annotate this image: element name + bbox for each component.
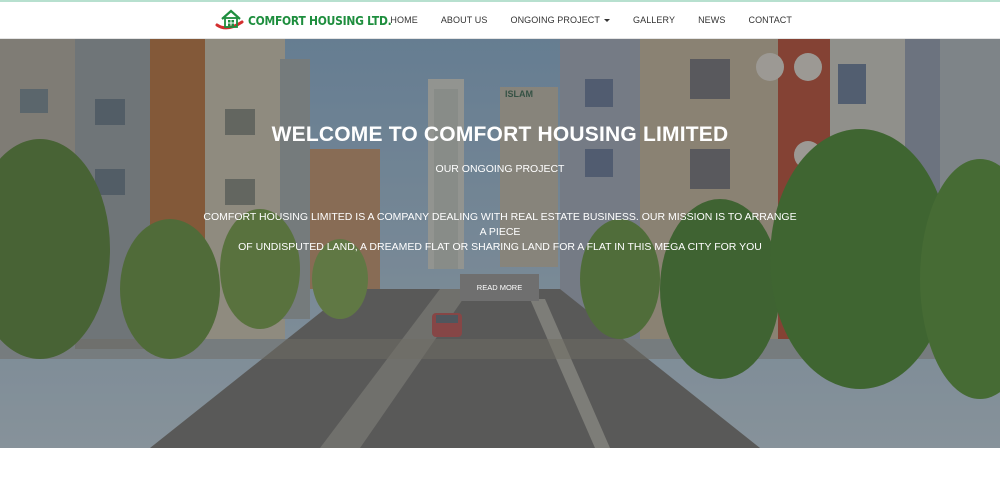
hero-title: WELCOME TO COMFORT HOUSING LIMITED xyxy=(271,123,729,146)
nav-item-contact[interactable]: CONTACT xyxy=(748,15,792,25)
nav-item-ongoing-project-label: ONGOING PROJECT xyxy=(510,15,600,25)
nav-item-about-us[interactable]: ABOUT US xyxy=(441,15,488,25)
caret-down-icon xyxy=(604,19,610,23)
read-more-button[interactable]: READ MORE xyxy=(460,274,539,301)
nav-item-gallery[interactable]: GALLERY xyxy=(633,15,675,25)
nav-item-ongoing-project[interactable]: ONGOING PROJECT xyxy=(510,15,610,25)
navbar: COMFORT HOUSING LTD. HOME ABOUT US ONGOI… xyxy=(0,2,1000,39)
nav-item-home[interactable]: HOME xyxy=(390,15,417,25)
hero-subtitle: OUR ONGOING PROJECT xyxy=(435,163,565,175)
hero-description: COMFORT HOUSING LIMITED IS A COMPANY DEA… xyxy=(200,210,800,255)
house-logo-icon xyxy=(215,9,244,30)
main-nav: HOME ABOUT US ONGOING PROJECT GALLERY NE… xyxy=(367,2,792,38)
nav-item-news[interactable]: NEWS xyxy=(698,15,725,25)
hero-description-line-1: COMFORT HOUSING LIMITED IS A COMPANY DEA… xyxy=(203,211,797,238)
hero-section: ISLAM WELCOME TO COMFORT HOUSING LIMITED… xyxy=(0,39,1000,448)
hero-description-line-2: OF UNDISPUTED LAND, A DREAMED FLAT OR SH… xyxy=(238,241,762,253)
